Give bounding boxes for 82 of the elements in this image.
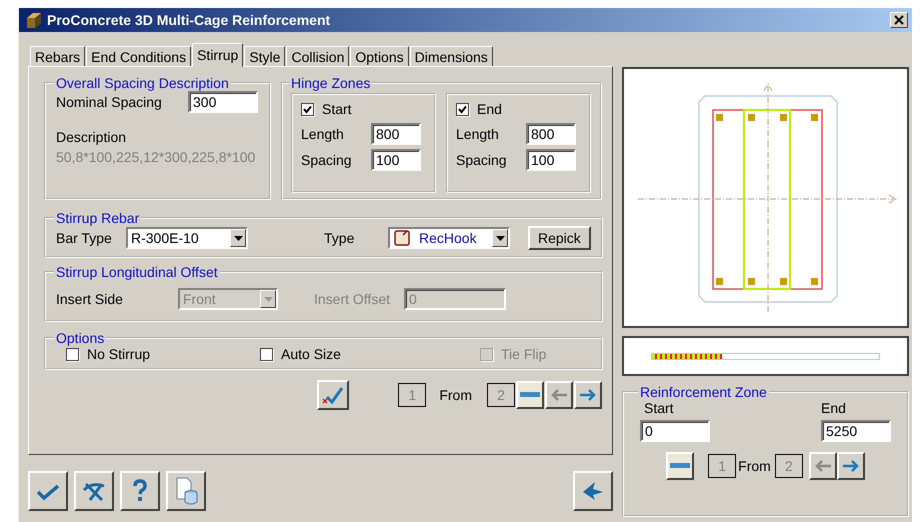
page-number: 1 (708, 454, 736, 478)
previous-button[interactable] (545, 381, 573, 409)
group-title: Hinge Zones (290, 75, 372, 91)
field-label: Insert Side (56, 291, 124, 307)
checkbox[interactable] (260, 348, 273, 360)
back-button[interactable] (573, 471, 613, 511)
checkbox[interactable] (66, 348, 79, 360)
field-label: Description (56, 129, 128, 145)
ok-button[interactable] (28, 471, 68, 511)
field-label: Start (643, 400, 675, 416)
field-label: Insert Offset (314, 291, 391, 307)
bar-type-dropdown[interactable]: R-300E-10 (126, 227, 248, 249)
next-button[interactable] (574, 381, 602, 409)
window-title: ProConcrete 3D Multi-Cage Reinforcement (47, 12, 332, 28)
field-label: Type (324, 230, 356, 246)
beam-icon (25, 11, 43, 29)
tab[interactable]: Stirrup (192, 43, 244, 67)
checkbox-label: Start (322, 101, 352, 117)
description-text: 50,8*100,225,12*300,225,8*100 (56, 149, 256, 165)
left-arrow-icon (814, 459, 832, 473)
right-arrow-icon (842, 459, 860, 473)
tab[interactable]: Style (244, 46, 286, 66)
field-label: Bar Type (56, 230, 113, 246)
cancel-icon (82, 480, 106, 502)
next-button[interactable] (836, 452, 865, 480)
cancel-button[interactable] (74, 471, 114, 511)
tab[interactable]: Dimensions (410, 46, 493, 66)
remove-button[interactable] (516, 381, 544, 409)
input-field[interactable]: 800 (371, 123, 421, 145)
close-icon (894, 15, 904, 25)
input-field[interactable]: 300 (188, 91, 258, 113)
dropdown-arrow-icon (496, 236, 504, 240)
page-count: 2 (774, 454, 803, 478)
dropdown-arrow-icon (234, 236, 242, 240)
minus-icon (520, 392, 540, 398)
stirrup-icon (393, 229, 411, 247)
tab[interactable]: End Conditions (86, 46, 192, 66)
field-label: Length (456, 126, 500, 142)
from-label: From (738, 458, 771, 474)
tab[interactable]: Rebars (30, 46, 86, 66)
help-button[interactable] (120, 471, 160, 511)
type-dropdown[interactable]: RecHook (388, 227, 510, 249)
group-title: Reinforcement Zone (639, 384, 768, 400)
apply-button[interactable] (317, 380, 350, 410)
group-title: Stirrup Rebar (55, 210, 140, 226)
field-label: Length (301, 126, 345, 142)
group-title: Options (55, 330, 106, 346)
field-label: Spacing (456, 152, 508, 168)
left-arrow-icon (550, 388, 568, 402)
tab[interactable]: Options (350, 46, 409, 66)
minus-icon (670, 463, 690, 469)
previous-button[interactable] (808, 452, 837, 480)
checkbox-label: Auto Size (281, 346, 341, 362)
tab[interactable]: Collision (286, 46, 350, 66)
group-title: Overall Spacing Description (55, 75, 230, 91)
checkbox[interactable] (456, 102, 469, 116)
input-field[interactable]: 0 (640, 420, 710, 442)
database-button[interactable] (166, 471, 206, 511)
input-field[interactable]: 100 (371, 149, 421, 171)
remove-button[interactable] (666, 452, 694, 480)
right-arrow-icon (579, 388, 597, 402)
field-label: End (821, 400, 847, 416)
page-count: 2 (487, 383, 515, 407)
checkbox-label: Tie Flip (501, 346, 546, 362)
group-title: Stirrup Longitudinal Offset (55, 264, 219, 280)
field-label: Nominal Spacing (56, 94, 163, 110)
from-label: From (439, 387, 472, 403)
page-number: 1 (398, 383, 426, 407)
input-field[interactable]: 5250 (821, 420, 891, 442)
dropdown-arrow-icon (264, 296, 272, 302)
input-field[interactable]: 100 (526, 149, 576, 171)
checkbox[interactable] (301, 102, 314, 116)
checkbox-label: No Stirrup (87, 346, 150, 362)
checkbox-label: End (477, 101, 502, 117)
close-button[interactable] (890, 12, 908, 28)
input-field[interactable]: 800 (526, 123, 576, 145)
check-icon (321, 384, 346, 406)
help-icon (132, 479, 148, 503)
repick-button[interactable]: Repick (528, 226, 591, 250)
field-label: Spacing (301, 152, 353, 168)
back-arrow-icon (581, 480, 605, 502)
document-database-icon (174, 477, 198, 505)
